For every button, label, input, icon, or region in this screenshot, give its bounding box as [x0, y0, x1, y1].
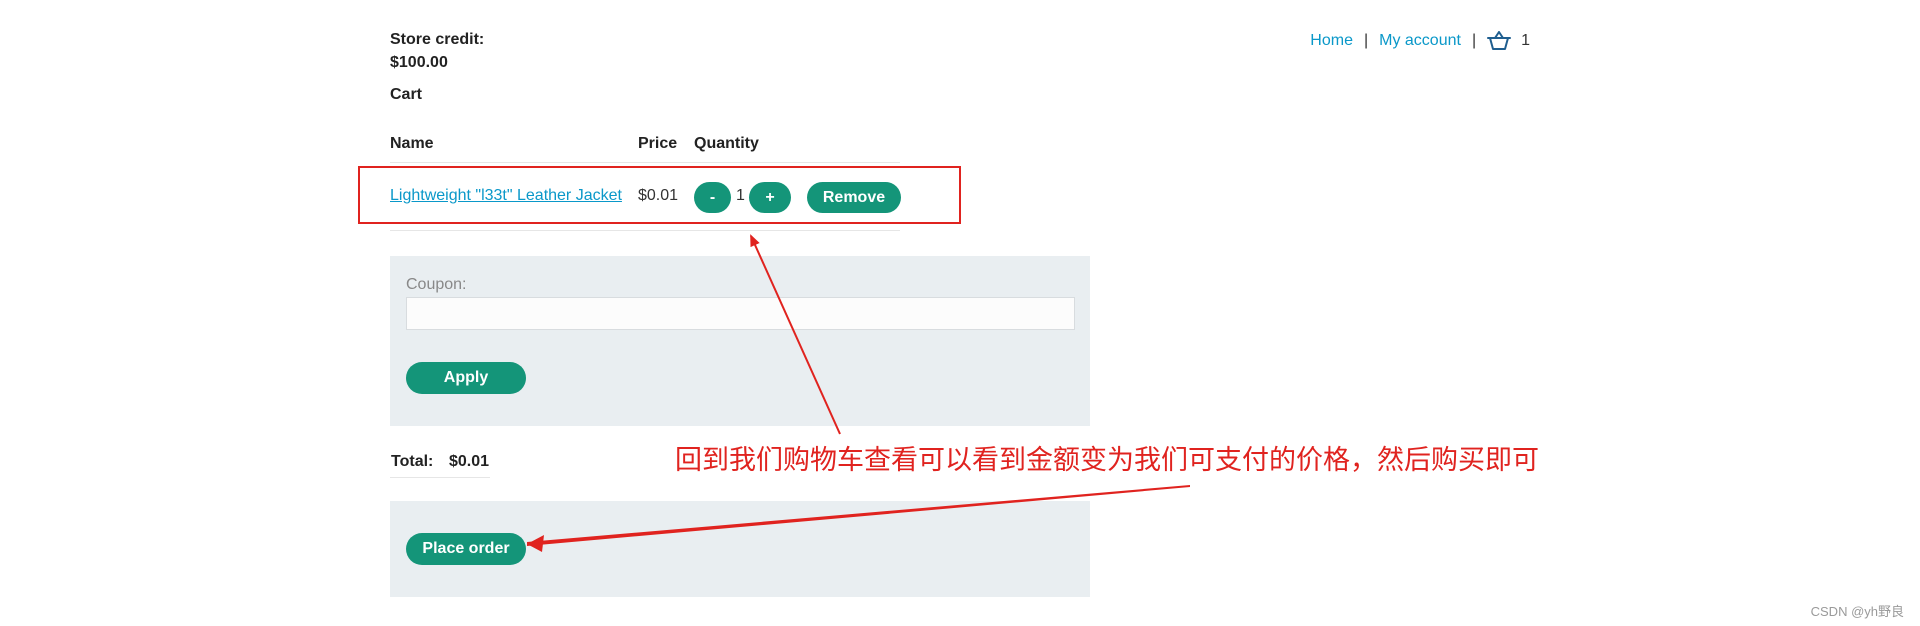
- annotation-arrows: [527, 234, 1190, 552]
- annotation-arrow-left-head: [527, 535, 544, 552]
- annotation-arrow-up: [750, 234, 841, 435]
- annotation-text: 回到我们购物车查看可以看到金额变为我们可支付的价格，然后购买即可: [675, 445, 1539, 476]
- annotation-arrow-left: [527, 485, 1190, 546]
- watermark: CSDN @yh野良: [1810, 604, 1904, 619]
